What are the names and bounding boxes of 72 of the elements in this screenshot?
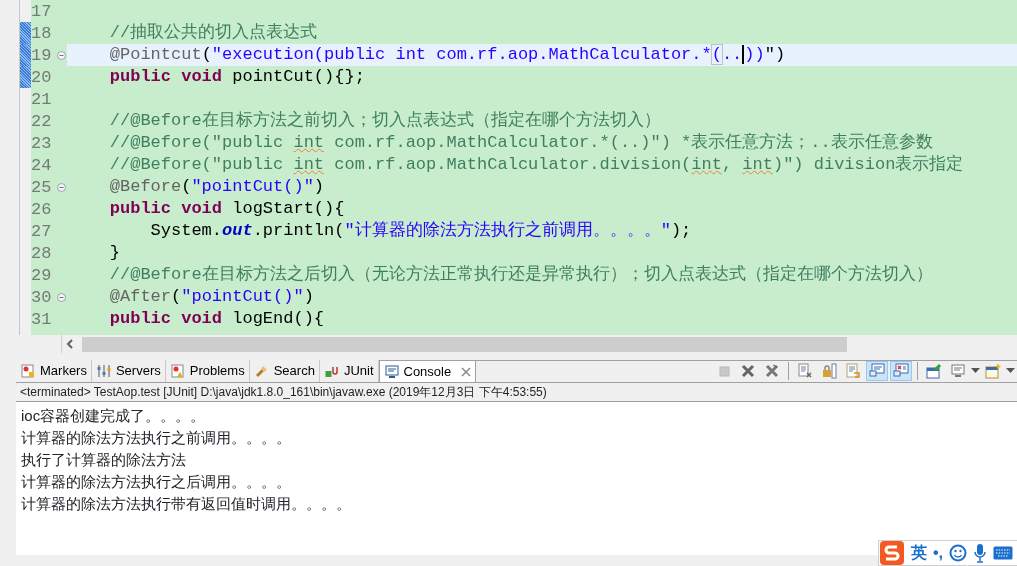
console-output-line: ioc容器创建完成了。。。。	[21, 406, 207, 426]
code-line: System.out.println("计算器的除法方法执行之前调用。。。。");	[149, 220, 692, 242]
monitor-icon	[893, 363, 909, 379]
line-number: 23	[31, 133, 53, 153]
scroll-left-icon[interactable]	[66, 339, 76, 349]
code-line: }	[108, 242, 120, 264]
scrollbar-thumb[interactable]	[82, 336, 847, 352]
servers-view-icon	[95, 363, 112, 379]
code-line: //@Before("public int com.rf.aop.MathCalculator.*(..)") *表示任意方法；..表示任意参数	[108, 132, 933, 154]
search-view-icon	[253, 363, 270, 379]
view-tab[interactable]: Console	[378, 360, 477, 382]
collapse-icon[interactable]	[57, 50, 66, 60]
collapse-icon[interactable]	[57, 292, 66, 302]
new-window-icon	[985, 363, 1001, 379]
monitor-icon	[950, 363, 966, 379]
remove-all-icon	[764, 363, 780, 379]
view-tab[interactable]: Servers	[91, 360, 166, 382]
code-line: //抽取公共的切入点表达式	[108, 22, 318, 44]
keyboard-icon[interactable]	[993, 546, 1013, 560]
code-line: //@Before在目标方法之后切入（无论方法正常执行还是异常执行）；切入点表达式（指定在哪个方法切入）	[108, 264, 933, 286]
code-line: @After("pointCut()")	[108, 286, 314, 308]
new-window-button[interactable]	[982, 361, 1004, 381]
line-number: 17	[31, 1, 53, 21]
markers-view-icon	[20, 363, 36, 379]
view-tab[interactable]: Problems	[165, 360, 250, 382]
console-view-icon	[383, 363, 400, 380]
console-output-line: 计算器的除法方法执行之前调用。。。。	[21, 428, 292, 448]
line-number: 30	[31, 287, 53, 307]
view-tab[interactable]: Markers	[16, 360, 92, 382]
code-line: @Before("pointCut()")	[108, 176, 325, 198]
view-tab[interactable]: Search	[249, 360, 320, 382]
line-number: 25	[31, 177, 53, 197]
remove-icon	[740, 363, 756, 379]
line-number: 20	[31, 67, 53, 87]
dropdown-icon[interactable]	[1006, 368, 1015, 374]
line-number: 18	[31, 23, 53, 43]
code-line: public void logEnd(){	[108, 308, 325, 330]
line-number: 31	[31, 309, 53, 329]
console-output-line: 计算器的除法方法执行带有返回值时调用。。。。	[21, 494, 352, 514]
code-line: @Pointcut("execution(public int com.rf.aop.MathCalculator.*(..))")	[108, 44, 786, 66]
monitor-button[interactable]	[866, 361, 888, 381]
line-number: 22	[31, 111, 53, 131]
ime-logo-icon[interactable]	[878, 540, 905, 566]
console-output-line: 执行了计算器的除法方法	[21, 450, 187, 470]
emoji-icon[interactable]	[949, 544, 967, 562]
input-mode-toggle[interactable]: 英	[910, 541, 927, 565]
collapse-icon[interactable]	[57, 182, 66, 192]
problems-view-icon	[169, 363, 186, 379]
line-number: 21	[31, 89, 53, 109]
clear-console-icon	[797, 363, 813, 379]
line-number: 19	[31, 45, 53, 65]
code-line: public void logStart(){	[108, 198, 345, 220]
code-line: public void pointCut(){};	[108, 66, 365, 88]
close-icon[interactable]	[461, 366, 472, 377]
stop-icon	[716, 363, 732, 379]
punctuation-toggle[interactable]: •,	[932, 541, 943, 565]
line-number: 29	[31, 265, 53, 285]
monitor-button[interactable]	[890, 361, 912, 381]
code-line: //@Before("public int com.rf.aop.MathCalculator.division(int, int)") division表示指定	[108, 154, 964, 176]
monitor-icon	[869, 363, 885, 379]
line-number: 28	[31, 243, 53, 263]
lock-icon	[821, 363, 837, 379]
line-number: 24	[31, 155, 53, 175]
line-number: 26	[31, 199, 53, 219]
microphone-icon[interactable]	[973, 543, 987, 563]
dropdown-icon[interactable]	[971, 368, 980, 374]
pin-icon	[926, 363, 942, 379]
line-number: 27	[31, 221, 53, 241]
code-line: //@Before在目标方法之前切入；切入点表达式（指定在哪个方法切入）	[108, 110, 661, 132]
view-tab[interactable]: JUnit	[319, 360, 379, 382]
document-icon	[845, 363, 861, 379]
console-output-line: 计算器的除法方法执行之后调用。。。。	[21, 472, 292, 492]
